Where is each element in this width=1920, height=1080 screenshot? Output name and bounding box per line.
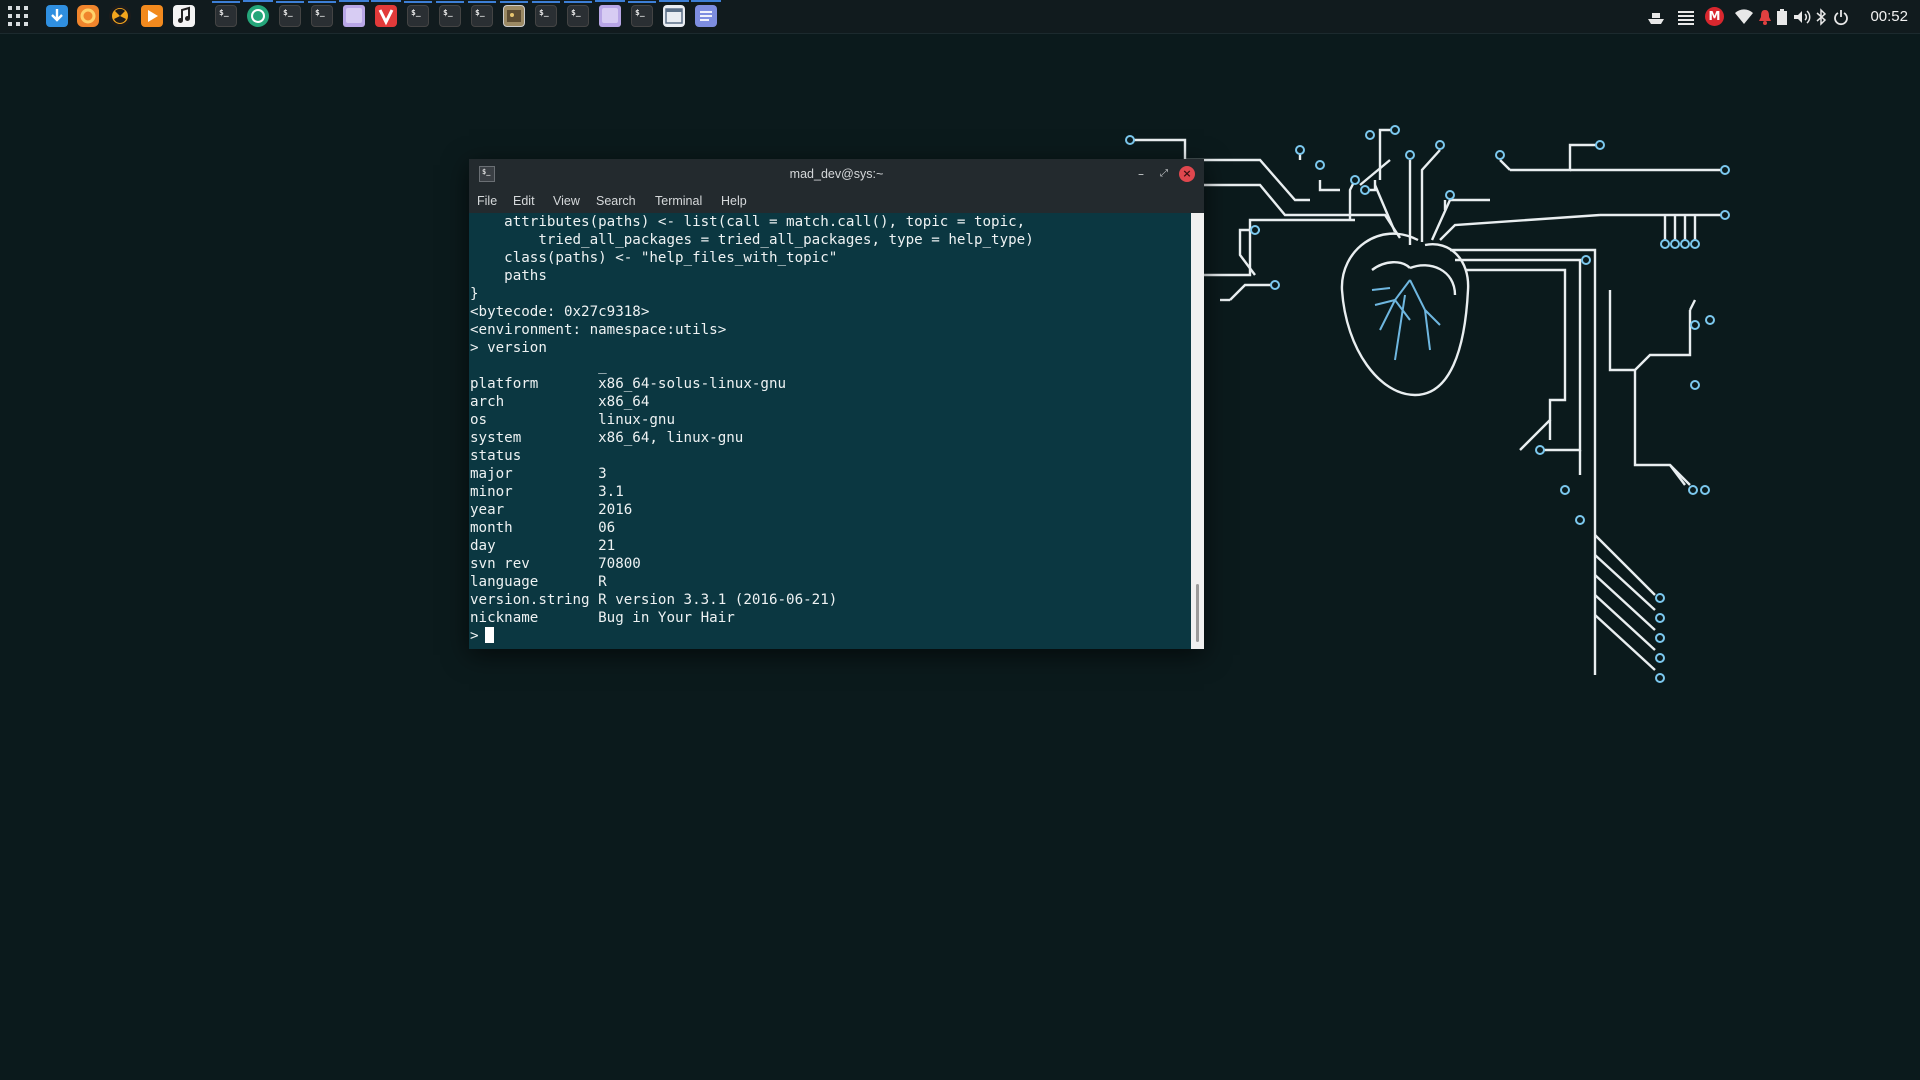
firefox-icon[interactable] (77, 5, 99, 27)
terminal-icon[interactable]: $_ (404, 1, 432, 27)
radiation-icon[interactable] (109, 5, 131, 27)
output-line: major 3 (470, 466, 607, 482)
scrollbar-thumb[interactable] (1196, 584, 1199, 642)
output-line: version.string R version 3.3.1 (2016-06-… (470, 592, 838, 608)
vivaldi-icon[interactable] (371, 0, 401, 27)
output-line: arch x86_64 (470, 394, 650, 410)
output-line: status (470, 448, 522, 464)
terminal-output[interactable]: attributes(paths) <- list(call = match.c… (469, 213, 1191, 649)
terminal-icon[interactable]: $_ (564, 1, 592, 27)
download-icon[interactable] (46, 5, 68, 27)
menu-help[interactable]: Help (721, 194, 747, 208)
terminal-icon[interactable]: $_ (628, 1, 656, 27)
output-line: month 06 (470, 520, 616, 536)
output-line: > version (470, 340, 547, 356)
output-line: paths (470, 268, 547, 284)
apps-grid-icon[interactable] (8, 6, 30, 28)
menu-view[interactable]: View (553, 194, 580, 208)
wallpaper-circuit-heart (1125, 125, 1730, 683)
menu-edit[interactable]: Edit (513, 194, 535, 208)
output-line: tried_all_packages = tried_all_packages,… (470, 232, 1034, 248)
music-icon[interactable] (173, 5, 195, 27)
prompt-symbol: > (470, 628, 479, 644)
stripes-icon[interactable] (1676, 8, 1696, 30)
terminal-icon[interactable]: $_ (308, 1, 336, 27)
menu-search[interactable]: Search (596, 194, 636, 208)
chat-icon[interactable] (243, 0, 273, 27)
output-line: system x86_64, linux-gnu (470, 430, 744, 446)
output-line: class(paths) <- "help_files_with_topic" (470, 250, 838, 266)
power-icon[interactable] (1833, 8, 1849, 30)
output-line: attributes(paths) <- list(call = match.c… (470, 214, 1026, 230)
terminal-icon[interactable]: $_ (212, 1, 240, 27)
output-line: day 21 (470, 538, 616, 554)
minimize-icon[interactable]: – (1133, 166, 1149, 182)
text-cursor (484, 627, 494, 643)
wifi-icon[interactable] (1734, 8, 1754, 30)
top-panel: $_ $_ $_ $_ $_ $_ $_ $_ $_ M 00:52 (0, 0, 1920, 34)
output-line: nickname Bug in Your Hair (470, 610, 735, 626)
bluetooth-icon[interactable] (1815, 8, 1827, 30)
menu-terminal[interactable]: Terminal (655, 194, 702, 208)
clock[interactable]: 00:52 (1870, 8, 1908, 25)
output-line: <bytecode: 0x27c9318> (470, 304, 650, 320)
menu-bar: File Edit View Search Terminal Help (469, 189, 1204, 213)
folder-icon[interactable] (339, 0, 369, 27)
terminal-icon[interactable]: $_ (468, 1, 496, 27)
window-icon[interactable] (659, 0, 689, 27)
terminal-icon[interactable]: $_ (276, 1, 304, 27)
prompt-line[interactable]: > (470, 627, 494, 645)
output-line: svn rev 70800 (470, 556, 641, 572)
mega-icon[interactable]: M (1705, 7, 1724, 26)
terminal-window[interactable]: $_ mad_dev@sys:~ – ⤢ × File Edit View Se… (469, 159, 1204, 649)
output-line: } (470, 286, 479, 302)
output-line: <environment: namespace:utils> (470, 322, 727, 338)
terminal-icon[interactable]: $_ (436, 1, 464, 27)
notification-icon[interactable] (1758, 8, 1772, 30)
window-title: mad_dev@sys:~ (789, 167, 884, 181)
maximize-icon[interactable]: ⤢ (1156, 166, 1172, 182)
text-editor-icon[interactable] (691, 0, 721, 27)
output-line: year 2016 (470, 502, 633, 518)
output-line: platform x86_64-solus-linux-gnu (470, 376, 787, 392)
terminal-icon[interactable]: $_ (532, 1, 560, 27)
ship-icon[interactable] (1646, 8, 1666, 30)
play-icon[interactable] (141, 5, 163, 27)
folder-icon[interactable] (595, 0, 625, 27)
output-line: minor 3.1 (470, 484, 624, 500)
close-icon[interactable]: × (1179, 166, 1195, 182)
volume-icon[interactable] (1792, 8, 1812, 30)
scrollbar[interactable] (1191, 213, 1204, 649)
output-line: _ (470, 358, 607, 374)
output-line: os linux-gnu (470, 412, 675, 428)
output-line: language R (470, 574, 607, 590)
battery-icon[interactable] (1776, 8, 1788, 30)
title-bar[interactable]: $_ mad_dev@sys:~ – ⤢ × (469, 159, 1204, 189)
image-viewer-icon[interactable] (500, 1, 528, 27)
menu-file[interactable]: File (477, 194, 497, 208)
